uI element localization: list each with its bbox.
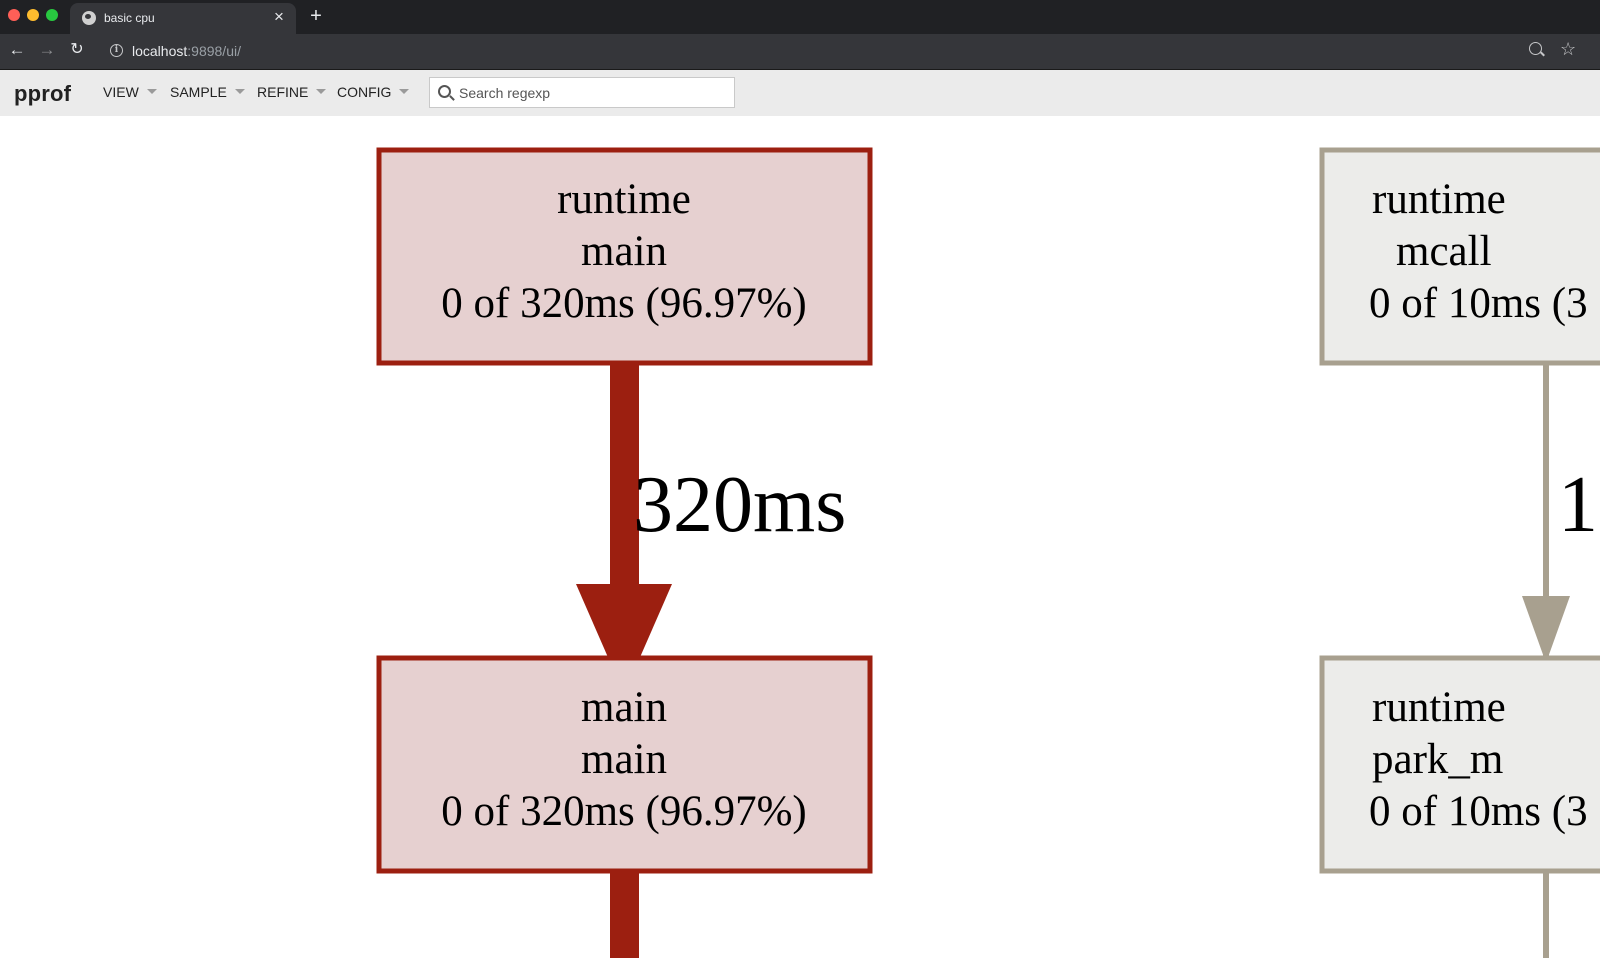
back-arrow-icon[interactable]: ← bbox=[6, 39, 28, 61]
address-bar[interactable]: localhost:9898/ui/ bbox=[132, 43, 241, 59]
window-minimize-button[interactable] bbox=[27, 9, 39, 21]
info-icon[interactable]: i bbox=[110, 44, 123, 57]
view-menu-label: VIEW bbox=[103, 84, 139, 100]
browser-toolbar: ← → ↻ i localhost:9898/ui/ ☆ bbox=[0, 34, 1600, 70]
tab-title: basic cpu bbox=[104, 11, 155, 25]
call-graph[interactable]: runtime main 0 of 320ms (96.97%) 320ms m… bbox=[0, 116, 1600, 958]
graph-edge[interactable] bbox=[1543, 871, 1549, 958]
refine-menu-label: REFINE bbox=[257, 84, 309, 100]
url-path: :9898/ui/ bbox=[187, 43, 241, 59]
window-maximize-button[interactable] bbox=[46, 9, 58, 21]
star-icon[interactable]: ☆ bbox=[1560, 39, 1576, 60]
zoom-icon[interactable] bbox=[1529, 42, 1542, 55]
graph-edge[interactable] bbox=[610, 871, 639, 958]
chevron-down-icon bbox=[399, 89, 410, 94]
node-function: main bbox=[581, 228, 667, 275]
view-menu[interactable]: VIEW bbox=[103, 84, 157, 100]
edge-arrowhead bbox=[1522, 596, 1570, 663]
node-package: main bbox=[581, 684, 667, 731]
pprof-logo: pprof bbox=[14, 81, 72, 106]
node-function: park_m bbox=[1372, 736, 1503, 783]
node-stats: 0 of 10ms (3 bbox=[1369, 788, 1588, 835]
search-box[interactable] bbox=[429, 77, 735, 108]
node-stats: 0 of 320ms (96.97%) bbox=[441, 280, 806, 327]
edge-label: 320ms bbox=[633, 461, 846, 549]
chevron-down-icon bbox=[234, 89, 245, 94]
refine-menu[interactable]: REFINE bbox=[257, 84, 327, 100]
browser-tab-bar: basic cpu × + bbox=[0, 0, 1600, 34]
window-close-button[interactable] bbox=[8, 9, 20, 21]
browser-tab[interactable]: basic cpu × bbox=[70, 3, 296, 34]
config-menu[interactable]: CONFIG bbox=[337, 84, 410, 100]
chevron-down-icon bbox=[316, 89, 327, 94]
pprof-header: pprof VIEW SAMPLE REFINE CONFIG bbox=[0, 70, 1600, 116]
sample-menu[interactable]: SAMPLE bbox=[170, 84, 245, 100]
node-package: runtime bbox=[557, 176, 691, 223]
node-package: runtime bbox=[1372, 176, 1506, 223]
url-host: localhost bbox=[132, 43, 188, 59]
edge-label: 10 bbox=[1558, 461, 1600, 549]
graph-canvas: runtime main 0 of 320ms (96.97%) 320ms m… bbox=[376, 147, 1600, 958]
node-package: runtime bbox=[1372, 684, 1506, 731]
globe-icon bbox=[82, 11, 96, 25]
forward-arrow-icon[interactable]: → bbox=[36, 39, 58, 61]
config-menu-label: CONFIG bbox=[337, 84, 392, 100]
new-tab-button[interactable]: + bbox=[305, 5, 327, 27]
sample-menu-label: SAMPLE bbox=[170, 84, 227, 100]
node-stats: 0 of 10ms (3 bbox=[1369, 280, 1588, 327]
node-function: mcall bbox=[1396, 228, 1492, 275]
reload-icon[interactable]: ↻ bbox=[66, 39, 88, 61]
close-icon[interactable]: × bbox=[270, 7, 288, 27]
search-input[interactable] bbox=[459, 83, 729, 103]
chevron-down-icon bbox=[146, 89, 157, 94]
search-icon bbox=[438, 85, 451, 98]
node-function: main bbox=[581, 736, 667, 783]
node-stats: 0 of 320ms (96.97%) bbox=[441, 788, 806, 835]
